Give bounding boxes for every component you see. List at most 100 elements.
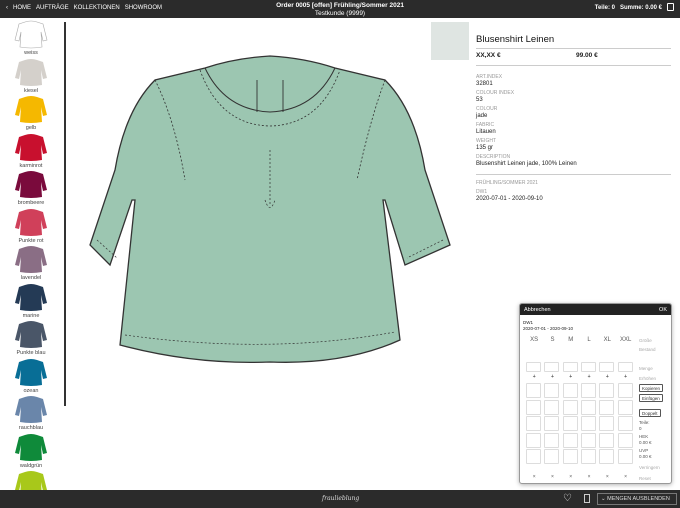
color-sidebar[interactable]: weiss kiesel gelb karminrot brombeere Punkte … [0, 20, 62, 490]
heart-icon[interactable]: ♡ [563, 493, 572, 504]
reset-button[interactable]: × [580, 474, 598, 480]
price-row: XX,XX € 99.00 € [476, 52, 671, 59]
quantity-cell[interactable] [599, 432, 615, 448]
color-label: weiss [24, 50, 38, 56]
label-reset: Reset [639, 476, 651, 481]
color-swatch[interactable]: ozean [0, 358, 62, 396]
quantity-cell[interactable] [562, 432, 578, 448]
quantity-cell[interactable] [580, 416, 596, 431]
reset-button[interactable]: × [598, 474, 616, 480]
color-swatch[interactable]: marine [0, 283, 62, 321]
quantity-cell[interactable] [544, 399, 560, 415]
quantity-cell[interactable] [580, 432, 596, 448]
cart-summary[interactable]: Teile: 0 Summe: 0.00 € [595, 3, 674, 11]
quantity-cell[interactable] [580, 399, 596, 415]
quantity-input[interactable] [562, 362, 578, 372]
quantity-input[interactable] [580, 362, 596, 372]
reset-button[interactable]: × [543, 474, 561, 480]
increase-button[interactable]: + [525, 374, 543, 380]
season-info: FRÜHLING/SOMMER 2021 DW1 2020-07-01 - 20… [476, 180, 543, 203]
color-label: kiesel [23, 87, 39, 94]
cancel-button[interactable]: Abbrechen [524, 307, 551, 313]
quantity-cell[interactable] [599, 383, 615, 398]
shopping-bag-icon[interactable] [667, 3, 674, 11]
clipboard-icon[interactable] [584, 494, 590, 503]
reset-button[interactable]: × [562, 474, 580, 480]
order-header: Order 0005 [offen] Frühling/Sommer 2021 … [0, 2, 680, 17]
quantity-cell[interactable] [617, 449, 633, 464]
quantity-cell[interactable] [562, 399, 578, 415]
increase-button[interactable]: + [543, 374, 561, 380]
label-menge: Menge [639, 366, 653, 371]
popup-delivery-dates: 2020-07-01 - 2020-09-10 [523, 326, 574, 331]
hide-quantities-button[interactable]: ⌄ MENGEN AUSBLENDEN [597, 493, 677, 505]
reset-button[interactable]: × [525, 474, 543, 480]
quantity-cell[interactable] [562, 449, 578, 464]
uvp-value: 0.00 € [639, 454, 652, 459]
price-uvp: 99.00 € [576, 52, 598, 59]
quantity-cell[interactable] [544, 449, 560, 464]
quantity-input[interactable] [617, 362, 633, 372]
label-bestand: Bestand [639, 347, 656, 352]
hek-label: HEK [639, 434, 649, 439]
color-swatch[interactable]: weiss [0, 20, 62, 58]
color-label: Punkte blau [16, 350, 46, 356]
doppelt-button[interactable]: Doppelt [639, 409, 661, 417]
quantity-cell[interactable] [617, 383, 633, 398]
increase-button[interactable]: + [616, 374, 634, 380]
quantity-cell[interactable] [617, 416, 633, 431]
color-label: rauchblau [18, 425, 44, 431]
reset-row: × × × × × × [525, 474, 635, 480]
color-swatch[interactable]: karminrot [0, 133, 62, 171]
label-groesse: Größe [639, 338, 652, 343]
quantity-cell[interactable] [526, 432, 541, 448]
product-thumbnail[interactable] [431, 22, 469, 60]
quantity-cell[interactable] [562, 383, 578, 398]
quantity-cell[interactable] [599, 416, 615, 431]
quantity-input[interactable] [544, 362, 560, 372]
sidebar-scrollbar[interactable] [64, 22, 66, 406]
popup-header: Abbrechen OK [520, 304, 671, 315]
color-swatch[interactable] [0, 470, 62, 490]
color-swatch[interactable]: rauchblau [0, 395, 62, 433]
quantity-input[interactable] [526, 362, 541, 372]
delivery-label: DW1 [476, 189, 488, 195]
quantity-cell[interactable] [526, 416, 541, 431]
kopieren-button[interactable]: Kopieren [639, 384, 664, 392]
color-swatch[interactable]: kiesel [0, 58, 62, 96]
color-swatch[interactable]: Punkte rot [0, 208, 62, 246]
size-header: XL [603, 337, 611, 343]
quantity-cell[interactable] [580, 449, 596, 464]
color-swatch[interactable]: gelb [0, 95, 62, 133]
reset-button[interactable]: × [616, 474, 634, 480]
hide-quantities-label: MENGEN AUSBLENDEN [607, 496, 670, 502]
color-swatch[interactable]: Punkte blau [0, 320, 62, 358]
increase-button[interactable]: + [598, 374, 616, 380]
quantity-cell[interactable] [526, 449, 541, 464]
quantity-cell[interactable] [526, 399, 541, 415]
quantity-cell[interactable] [580, 383, 596, 398]
color-swatch[interactable]: brombeere [0, 170, 62, 208]
quantity-cell[interactable] [599, 449, 615, 464]
quantity-cell[interactable] [562, 416, 578, 431]
quantity-input[interactable] [599, 362, 615, 372]
quantity-cell[interactable] [544, 432, 560, 448]
divider [476, 48, 671, 49]
color-label: marine [22, 312, 40, 319]
ok-button[interactable]: OK [659, 307, 667, 313]
increase-button[interactable]: + [562, 374, 580, 380]
quantity-cell[interactable] [599, 399, 615, 415]
quantity-cell[interactable] [544, 416, 560, 431]
shirt-thumbnail-icon [15, 246, 47, 273]
product-title: Blusenshirt Leinen [476, 34, 555, 45]
increase-button[interactable]: + [580, 374, 598, 380]
quantity-cell[interactable] [617, 399, 633, 415]
color-swatch[interactable]: lavendel [0, 245, 62, 283]
quantity-cell[interactable] [544, 383, 560, 398]
einfuegen-button[interactable]: Einfügen [639, 394, 663, 402]
quantity-cell[interactable] [617, 432, 633, 448]
color-label: ozean [23, 387, 39, 394]
quantity-cell[interactable] [526, 383, 541, 398]
color-label: karminrot [19, 162, 43, 169]
color-swatch[interactable]: waldgrün [0, 433, 62, 471]
